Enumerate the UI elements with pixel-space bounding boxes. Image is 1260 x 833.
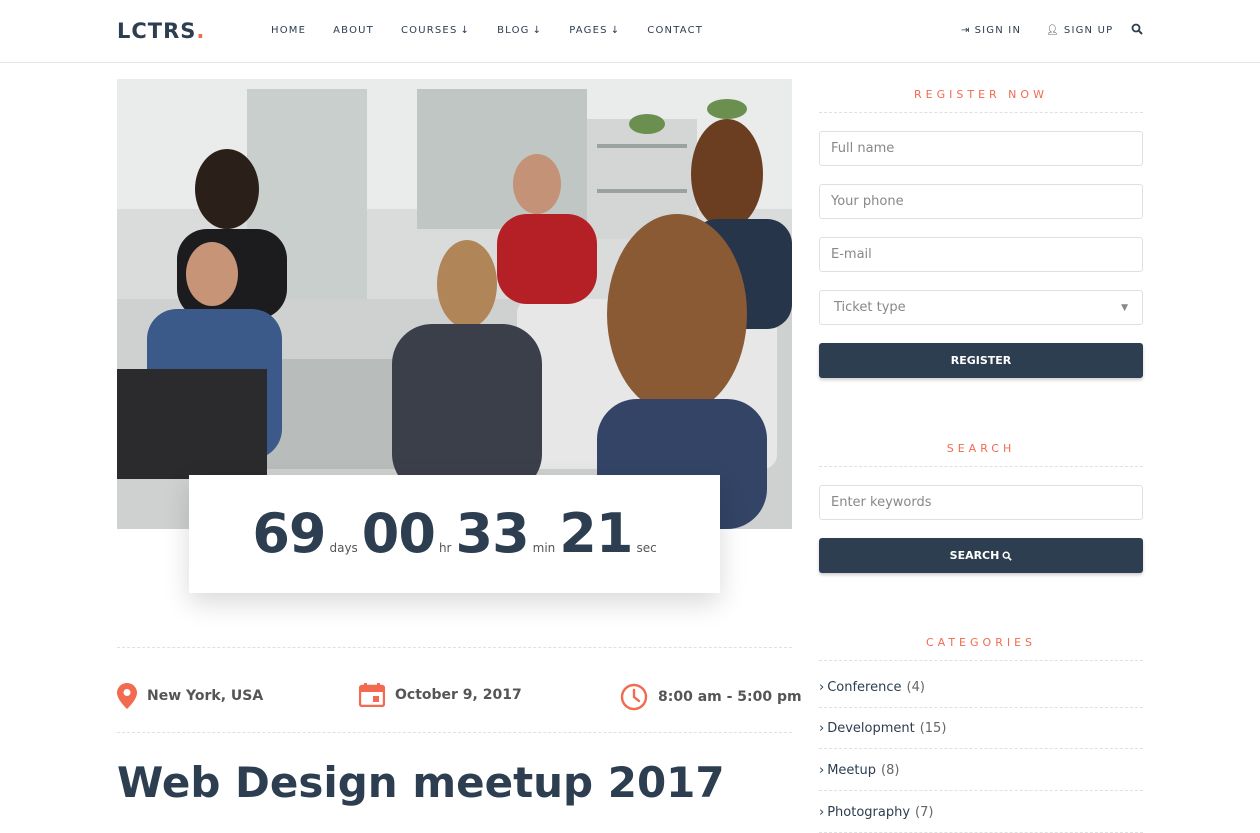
countdown-box: 69 days 00 hr 33 min 21 sec: [189, 475, 720, 593]
countdown-minutes: 33 min: [456, 507, 556, 561]
sign-up-label: SIGN UP: [1063, 25, 1114, 36]
nav-about-label: ABOUT: [333, 25, 374, 36]
divider: [819, 466, 1143, 467]
nav-blog[interactable]: BLOG ↓: [497, 25, 542, 36]
event-location: New York, USA: [117, 683, 263, 709]
event-title: Web Design meetup 2017: [117, 758, 725, 807]
category-count: (8): [881, 762, 900, 778]
days-label: days: [329, 541, 358, 555]
logo-text: LCTRS: [117, 19, 197, 43]
email-field[interactable]: [819, 237, 1143, 272]
chevron-right-icon: ›: [819, 762, 825, 778]
categories-heading: CATEGORIES: [925, 636, 1037, 649]
days-value: 69: [252, 502, 326, 565]
category-name: Meetup: [827, 762, 877, 778]
countdown-seconds: 21 sec: [559, 507, 656, 561]
category-item[interactable]: › Meetup (8): [819, 750, 1143, 791]
sign-up-link[interactable]: 👤︎ SIGN UP: [1046, 25, 1113, 36]
category-item[interactable]: › Photography (7): [819, 792, 1143, 833]
register-heading: REGISTER NOW: [914, 88, 1048, 101]
register-button[interactable]: REGISTER: [819, 343, 1143, 378]
hours-label: hr: [438, 541, 452, 555]
event-photo: [117, 79, 792, 529]
nav-blog-label: BLOG: [497, 25, 530, 36]
time-text: 8:00 am - 5:00 pm: [658, 689, 802, 705]
ticket-type-select[interactable]: Ticket type ▼: [819, 290, 1143, 325]
caret-down-icon: ▼: [1121, 302, 1128, 313]
countdown-hours: 00 hr: [362, 507, 452, 561]
category-name: Development: [827, 720, 915, 736]
minutes-value: 33: [455, 502, 530, 565]
nav-home-label: HOME: [271, 25, 307, 36]
search-icon: [1002, 551, 1013, 561]
phone-field[interactable]: [819, 184, 1143, 219]
search-icon[interactable]: [1131, 23, 1143, 35]
logo-dot: .: [196, 19, 206, 43]
arrow-down-icon: ↓: [610, 25, 621, 36]
category-count: (7): [915, 804, 934, 820]
search-button-label: SEARCH: [949, 549, 1000, 562]
event-time: 8:00 am - 5:00 pm: [620, 683, 802, 711]
map-pin-icon: [117, 683, 137, 709]
nav-home[interactable]: HOME: [271, 25, 306, 36]
category-name: Conference: [827, 679, 902, 695]
countdown-days: 69 days: [252, 507, 357, 561]
chevron-right-icon: ›: [819, 804, 825, 820]
nav-contact[interactable]: CONTACT: [647, 25, 703, 36]
site-header: LCTRS. HOME ABOUT COURSES ↓ BLOG ↓ PAGES ↓ …: [0, 0, 1260, 63]
arrow-down-icon: ↓: [532, 25, 543, 36]
logo[interactable]: LCTRS.: [117, 19, 205, 43]
sign-in-label: SIGN IN: [974, 25, 1022, 36]
category-name: Photography: [827, 804, 911, 820]
search-input[interactable]: [819, 485, 1143, 520]
arrow-down-icon: ↓: [460, 25, 471, 36]
search-heading: SEARCH: [946, 442, 1016, 455]
hours-value: 00: [361, 502, 436, 565]
nav-courses[interactable]: COURSES ↓: [401, 25, 470, 36]
chevron-right-icon: ›: [819, 720, 825, 736]
divider: [117, 647, 792, 648]
nav-courses-label: COURSES: [400, 25, 458, 36]
sign-in-icon: ⇥: [961, 25, 971, 36]
calendar-icon: [359, 683, 385, 707]
seconds-label: sec: [636, 541, 657, 555]
ticket-type-value: Ticket type: [834, 300, 906, 315]
nav-contact-label: CONTACT: [647, 25, 704, 36]
category-item[interactable]: › Conference (4): [819, 667, 1143, 708]
search-button[interactable]: SEARCH: [819, 538, 1143, 573]
divider: [117, 732, 792, 733]
chevron-right-icon: ›: [819, 679, 825, 695]
register-button-label: REGISTER: [950, 354, 1012, 367]
divider: [819, 660, 1143, 661]
minutes-label: min: [532, 541, 556, 555]
main-nav: HOME ABOUT COURSES ↓ BLOG ↓ PAGES ↓ CONTACT: [271, 25, 730, 36]
user-icon: 👤︎: [1046, 25, 1060, 36]
divider: [819, 112, 1143, 113]
clock-icon: [620, 683, 648, 711]
category-count: (4): [906, 679, 925, 695]
location-text: New York, USA: [147, 688, 264, 704]
sign-in-link[interactable]: ⇥ SIGN IN: [961, 25, 1021, 36]
nav-pages-label: PAGES: [569, 25, 608, 36]
date-text: October 9, 2017: [395, 687, 522, 703]
category-count: (15): [919, 720, 947, 736]
nav-about[interactable]: ABOUT: [333, 25, 374, 36]
event-date: October 9, 2017: [359, 683, 522, 707]
nav-pages[interactable]: PAGES ↓: [569, 25, 620, 36]
seconds-value: 21: [559, 502, 633, 565]
category-item[interactable]: › Development (15): [819, 708, 1143, 749]
full-name-field[interactable]: [819, 131, 1143, 166]
